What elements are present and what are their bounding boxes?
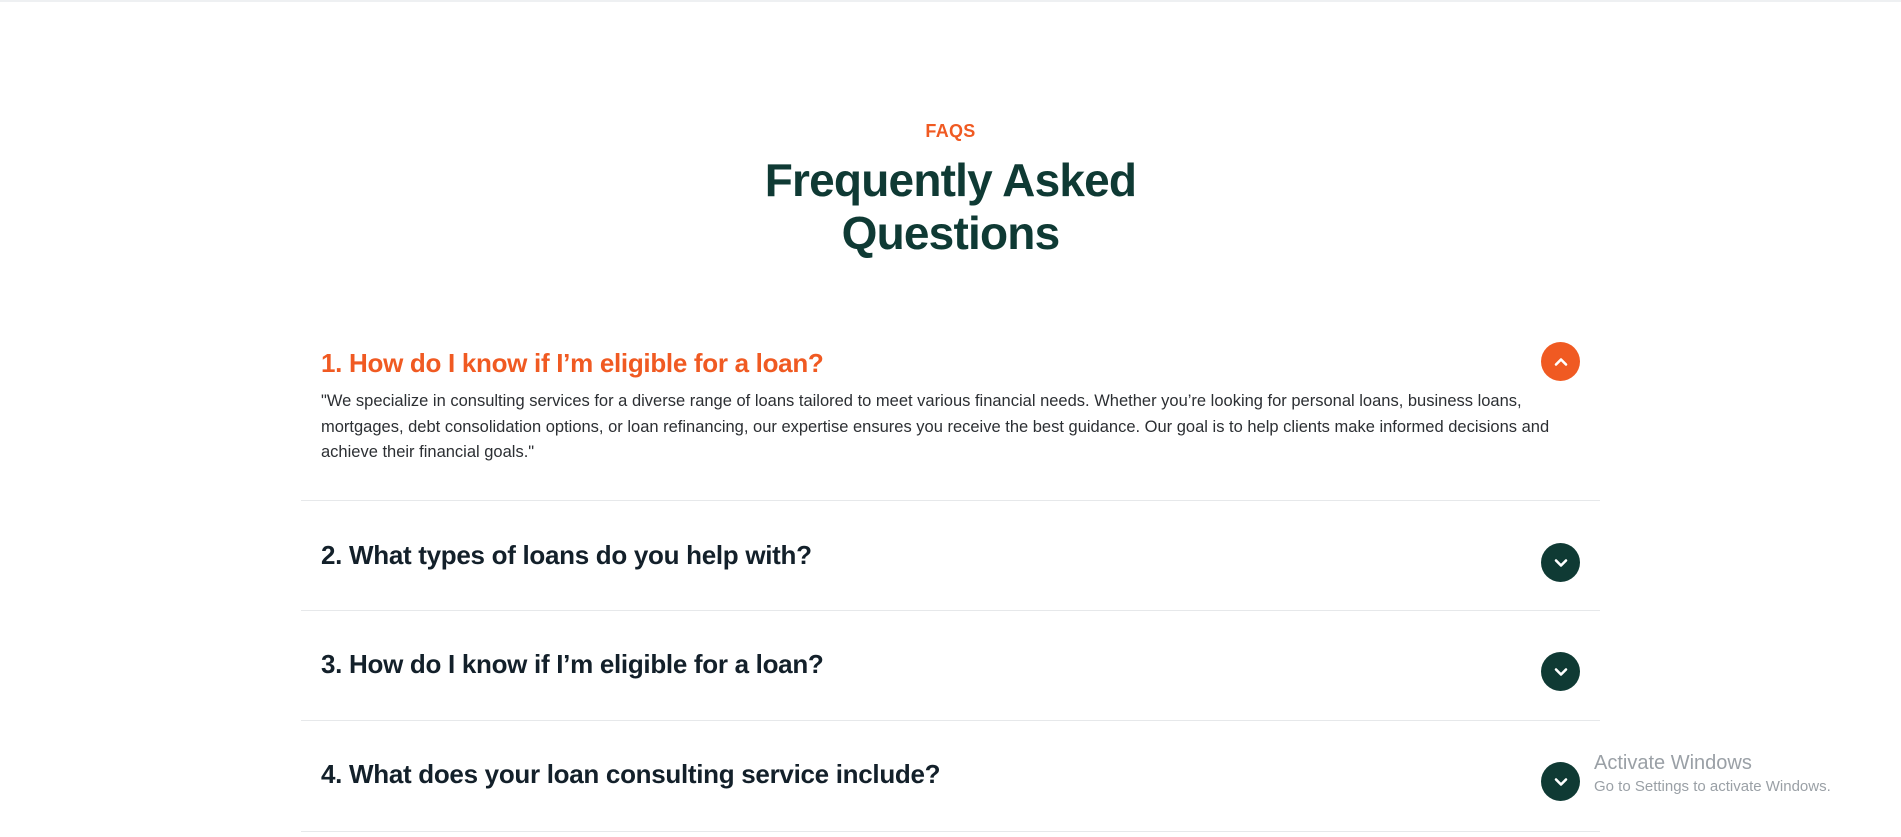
faq-toggle-1[interactable] [1541, 342, 1580, 381]
faq-toggle-4[interactable] [1541, 762, 1580, 801]
section-title-line-2: Questions [841, 207, 1061, 259]
chevron-down-icon [1554, 667, 1567, 676]
faq-question-1[interactable]: 1. How do I know if I’m eligible for a l… [321, 348, 824, 379]
faq-toggle-3[interactable] [1541, 652, 1580, 691]
faq-item-2: 2. What types of loans do you help with? [301, 500, 1600, 611]
faq-question-4[interactable]: 4. What does your loan consulting servic… [321, 759, 941, 790]
section-title: Frequently Asked Questions [0, 154, 1901, 260]
watermark-subtitle: Go to Settings to activate Windows. [1594, 778, 1831, 795]
faq-item-1: 1. How do I know if I’m eligible for a l… [301, 330, 1600, 501]
windows-activation-watermark: Activate Windows Go to Settings to activ… [1594, 751, 1831, 797]
section-title-line-1: Frequently Asked [764, 154, 1137, 206]
faq-item-4: 4. What does your loan consulting servic… [301, 721, 1600, 832]
chevron-up-icon [1554, 357, 1567, 366]
chevron-down-icon [1554, 558, 1567, 567]
faq-question-2[interactable]: 2. What types of loans do you help with? [321, 540, 812, 571]
faq-section: FAQS Frequently Asked Questions 1. How d… [0, 0, 1901, 837]
faq-toggle-2[interactable] [1541, 543, 1580, 582]
faq-answer-1: "We specialize in consulting services fo… [321, 392, 1550, 461]
watermark-title: Activate Windows [1594, 752, 1752, 774]
chevron-down-icon [1554, 777, 1567, 786]
section-eyebrow: FAQS [925, 121, 976, 141]
faq-item-3: 3. How do I know if I’m eligible for a l… [301, 611, 1600, 721]
faq-question-3[interactable]: 3. How do I know if I’m eligible for a l… [321, 649, 824, 680]
